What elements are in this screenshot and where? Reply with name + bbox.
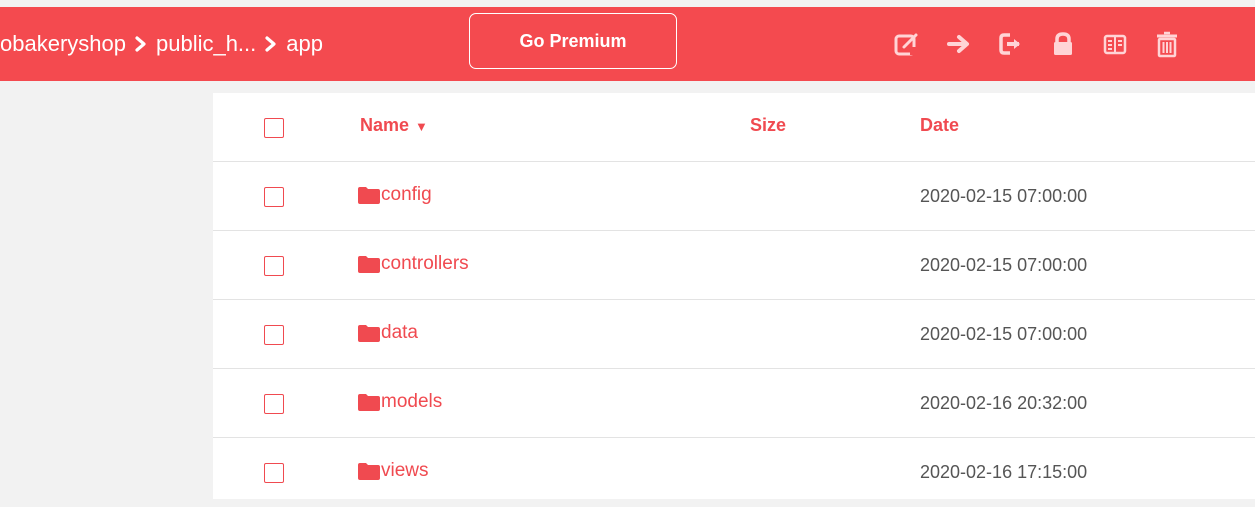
file-name-label: controllers xyxy=(381,253,469,274)
date-column-header[interactable]: Date xyxy=(920,115,959,136)
file-list: Name ▼ Size Date config 2020-02-15 07:00:… xyxy=(213,93,1255,499)
chevron-right-icon xyxy=(256,33,286,56)
folder-link[interactable]: controllers xyxy=(358,253,469,275)
folder-icon xyxy=(358,324,380,342)
file-date: 2020-02-16 17:15:00 xyxy=(920,462,1088,482)
chevron-right-icon xyxy=(126,33,156,56)
file-date: 2020-02-16 20:32:00 xyxy=(920,393,1088,413)
edit-icon[interactable] xyxy=(890,27,924,61)
table-row[interactable]: controllers 2020-02-15 07:00:00 xyxy=(213,231,1255,300)
size-column-header[interactable]: Size xyxy=(750,115,786,136)
archive-icon[interactable] xyxy=(1098,27,1132,61)
folder-link[interactable]: views xyxy=(358,460,429,482)
folder-icon xyxy=(358,186,380,204)
sort-descending-icon: ▼ xyxy=(415,119,428,134)
folder-icon xyxy=(358,462,380,480)
file-date: 2020-02-15 07:00:00 xyxy=(920,324,1088,344)
breadcrumb-item-app[interactable]: app xyxy=(286,31,323,57)
trash-icon[interactable] xyxy=(1150,27,1184,61)
breadcrumb: obakeryshop public_h... app xyxy=(0,7,323,81)
table-row[interactable]: config 2020-02-15 07:00:00 xyxy=(213,162,1255,231)
file-name-label: data xyxy=(381,322,418,343)
row-checkbox[interactable] xyxy=(264,256,284,276)
name-column-header[interactable]: Name ▼ xyxy=(360,115,428,136)
folder-icon xyxy=(358,255,380,273)
name-header-label: Name xyxy=(360,115,410,135)
folder-link[interactable]: config xyxy=(358,184,432,206)
file-date: 2020-02-15 07:00:00 xyxy=(920,255,1088,275)
table-header: Name ▼ Size Date xyxy=(213,93,1255,162)
row-checkbox[interactable] xyxy=(264,394,284,414)
select-all-checkbox[interactable] xyxy=(264,118,284,138)
table-row[interactable]: models 2020-02-16 20:32:00 xyxy=(213,369,1255,438)
toolbar-actions xyxy=(890,7,1202,81)
breadcrumb-item-obakeryshop[interactable]: obakeryshop xyxy=(0,31,126,57)
folder-link[interactable]: data xyxy=(358,322,418,344)
file-name-label: views xyxy=(381,460,429,481)
file-date: 2020-02-15 07:00:00 xyxy=(920,186,1088,206)
export-icon[interactable] xyxy=(994,27,1028,61)
folder-icon xyxy=(358,393,380,411)
table-row[interactable]: views 2020-02-16 17:15:00 xyxy=(213,438,1255,507)
row-checkbox[interactable] xyxy=(264,325,284,345)
lock-icon[interactable] xyxy=(1046,27,1080,61)
table-row[interactable]: data 2020-02-15 07:00:00 xyxy=(213,300,1255,369)
file-name-label: config xyxy=(381,184,432,205)
file-name-label: models xyxy=(381,391,443,412)
breadcrumb-item-public-html[interactable]: public_h... xyxy=(156,31,256,57)
folder-link[interactable]: models xyxy=(358,391,442,413)
row-checkbox[interactable] xyxy=(264,463,284,483)
row-checkbox[interactable] xyxy=(264,187,284,207)
top-bar: obakeryshop public_h... app Go Premium xyxy=(0,7,1255,81)
move-icon[interactable] xyxy=(942,27,976,61)
sidebar xyxy=(0,81,213,499)
go-premium-button[interactable]: Go Premium xyxy=(469,13,677,69)
